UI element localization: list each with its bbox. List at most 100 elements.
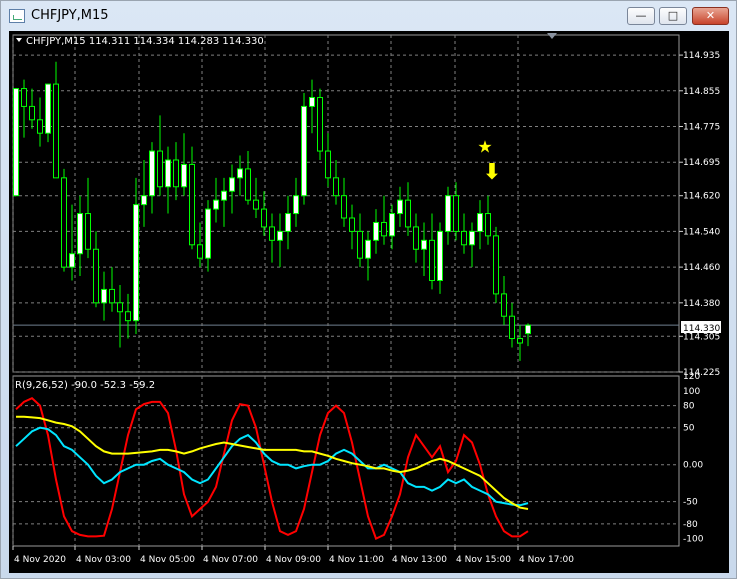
bear-candle-body	[381, 221, 387, 237]
bear-candle-body	[405, 199, 411, 228]
time-axis-label: 4 Nov 13:00	[392, 555, 447, 565]
bull-candle-body	[69, 253, 75, 268]
bull-candle-body	[525, 324, 531, 335]
bear-candle-body	[189, 163, 195, 246]
bear-candle-body	[509, 315, 515, 340]
price-axis-label: 114.695	[683, 158, 720, 168]
indicator-axis-label: 80	[683, 402, 695, 412]
indicator-lines[interactable]	[15, 397, 529, 540]
bull-candle-body	[45, 83, 51, 134]
bull-candle-body	[229, 177, 235, 192]
bear-candle-body	[357, 230, 363, 259]
bull-candle-body	[365, 239, 371, 259]
bear-candle-body	[173, 159, 179, 188]
bull-candle-body	[477, 213, 483, 232]
chart-window: CHFJPY,M15 — □ ✕ 114.935 114.855 114.775 11…	[0, 0, 737, 579]
bull-candle-body	[445, 195, 451, 232]
indicator-axis-label: -100	[683, 535, 704, 545]
bull-candle-body	[77, 213, 83, 255]
bear-candle-body	[325, 150, 331, 179]
chart-window-icon	[9, 9, 25, 23]
bear-candle-body	[37, 119, 43, 134]
main-panel-info: CHFJPY,M15 114.311 114.334 114.283 114.3…	[26, 36, 264, 47]
indicator-axis-label: 50	[683, 424, 695, 434]
down-arrow-marker-icon: ⬇	[483, 160, 501, 185]
bull-candle-body	[309, 96, 315, 107]
close-button[interactable]: ✕	[692, 7, 729, 25]
indicator-slow-line	[16, 415, 529, 510]
time-axis-label: 4 Nov 17:00	[519, 555, 574, 565]
chart-shift-marker-icon[interactable]	[547, 33, 557, 39]
bull-candle-body	[293, 195, 299, 215]
bear-candle-body	[453, 195, 459, 232]
bull-candle-body	[213, 199, 219, 210]
title-bar[interactable]: CHFJPY,M15 — □ ✕	[1, 1, 736, 31]
bear-candle-body	[517, 338, 523, 344]
bear-candle-body	[85, 213, 91, 250]
time-axis-label: 4 Nov 11:00	[329, 555, 384, 565]
price-candles[interactable]	[13, 61, 531, 361]
bear-candle-body	[125, 311, 131, 322]
price-axis-label: 114.460	[683, 263, 720, 273]
indicator-axis-label: -80	[683, 520, 698, 530]
time-axis-label: 4 Nov 07:00	[203, 555, 258, 565]
bear-candle-body	[333, 177, 339, 197]
bull-candle-body	[285, 213, 291, 232]
bear-candle-body	[317, 96, 323, 152]
star-marker-icon: ★	[477, 138, 492, 158]
bull-candle-body	[237, 168, 243, 179]
price-axis-label: 114.935	[683, 51, 720, 61]
bull-candle-body	[141, 195, 147, 206]
bear-candle-body	[253, 199, 259, 210]
bear-candle-body	[157, 150, 163, 188]
indicator-axis-label: -50	[683, 498, 698, 508]
bull-candle-body	[397, 199, 403, 215]
bear-candle-body	[485, 213, 491, 237]
current-price-label: 114.330	[683, 324, 720, 334]
price-axis-label: 114.380	[683, 299, 720, 309]
time-axis-label: 4 Nov 09:00	[266, 555, 321, 565]
bull-candle-body	[133, 204, 139, 322]
bear-candle-body	[197, 244, 203, 259]
bull-candle-body	[421, 239, 427, 250]
bull-candle-body	[389, 213, 395, 237]
time-axis-label: 4 Nov 05:00	[140, 555, 195, 565]
bear-candle-body	[349, 217, 355, 232]
time-axis-label: 4 Nov 03:00	[76, 555, 131, 565]
maximize-button[interactable]: □	[659, 7, 687, 25]
bull-candle-body	[301, 105, 307, 197]
minimize-button[interactable]: —	[627, 7, 655, 25]
bull-candle-body	[221, 190, 227, 201]
bull-candle-body	[437, 230, 443, 281]
price-axis-label: 114.540	[683, 227, 720, 237]
bull-candle-body	[165, 159, 171, 188]
bear-candle-body	[117, 302, 123, 313]
bear-candle-body	[261, 208, 267, 228]
indicator-axis-label: 0.00	[683, 461, 703, 471]
bear-candle-body	[109, 288, 115, 304]
bear-candle-body	[61, 177, 67, 268]
time-axis-label: 4 Nov 2020	[14, 555, 66, 565]
collapse-triangle-icon[interactable]	[16, 38, 22, 42]
bear-candle-body	[501, 293, 507, 317]
bull-candle-body	[277, 230, 283, 241]
window-title: CHFJPY,M15	[31, 8, 109, 23]
bear-candle-body	[93, 248, 99, 304]
bear-candle-body	[245, 168, 251, 201]
price-axis-label: 114.855	[683, 87, 720, 97]
bull-candle-body	[181, 163, 187, 188]
bear-candle-body	[341, 195, 347, 219]
indicator-axis-label: 120	[683, 372, 700, 382]
bull-candle-body	[13, 88, 19, 197]
bear-candle-body	[29, 105, 35, 121]
chart-area[interactable]: 114.935 114.855 114.775 114.695 114.620 114.5…	[9, 31, 729, 573]
bull-candle-body	[469, 230, 475, 246]
bull-candle-body	[373, 221, 379, 241]
indicator-axis-label: 100	[683, 387, 700, 397]
bear-candle-body	[413, 226, 419, 250]
bull-candle-body	[101, 288, 107, 304]
indicator-fast-line	[15, 397, 529, 540]
bull-candle-body	[149, 150, 155, 197]
bear-candle-body	[21, 88, 27, 107]
price-axis-label: 114.775	[683, 123, 720, 133]
